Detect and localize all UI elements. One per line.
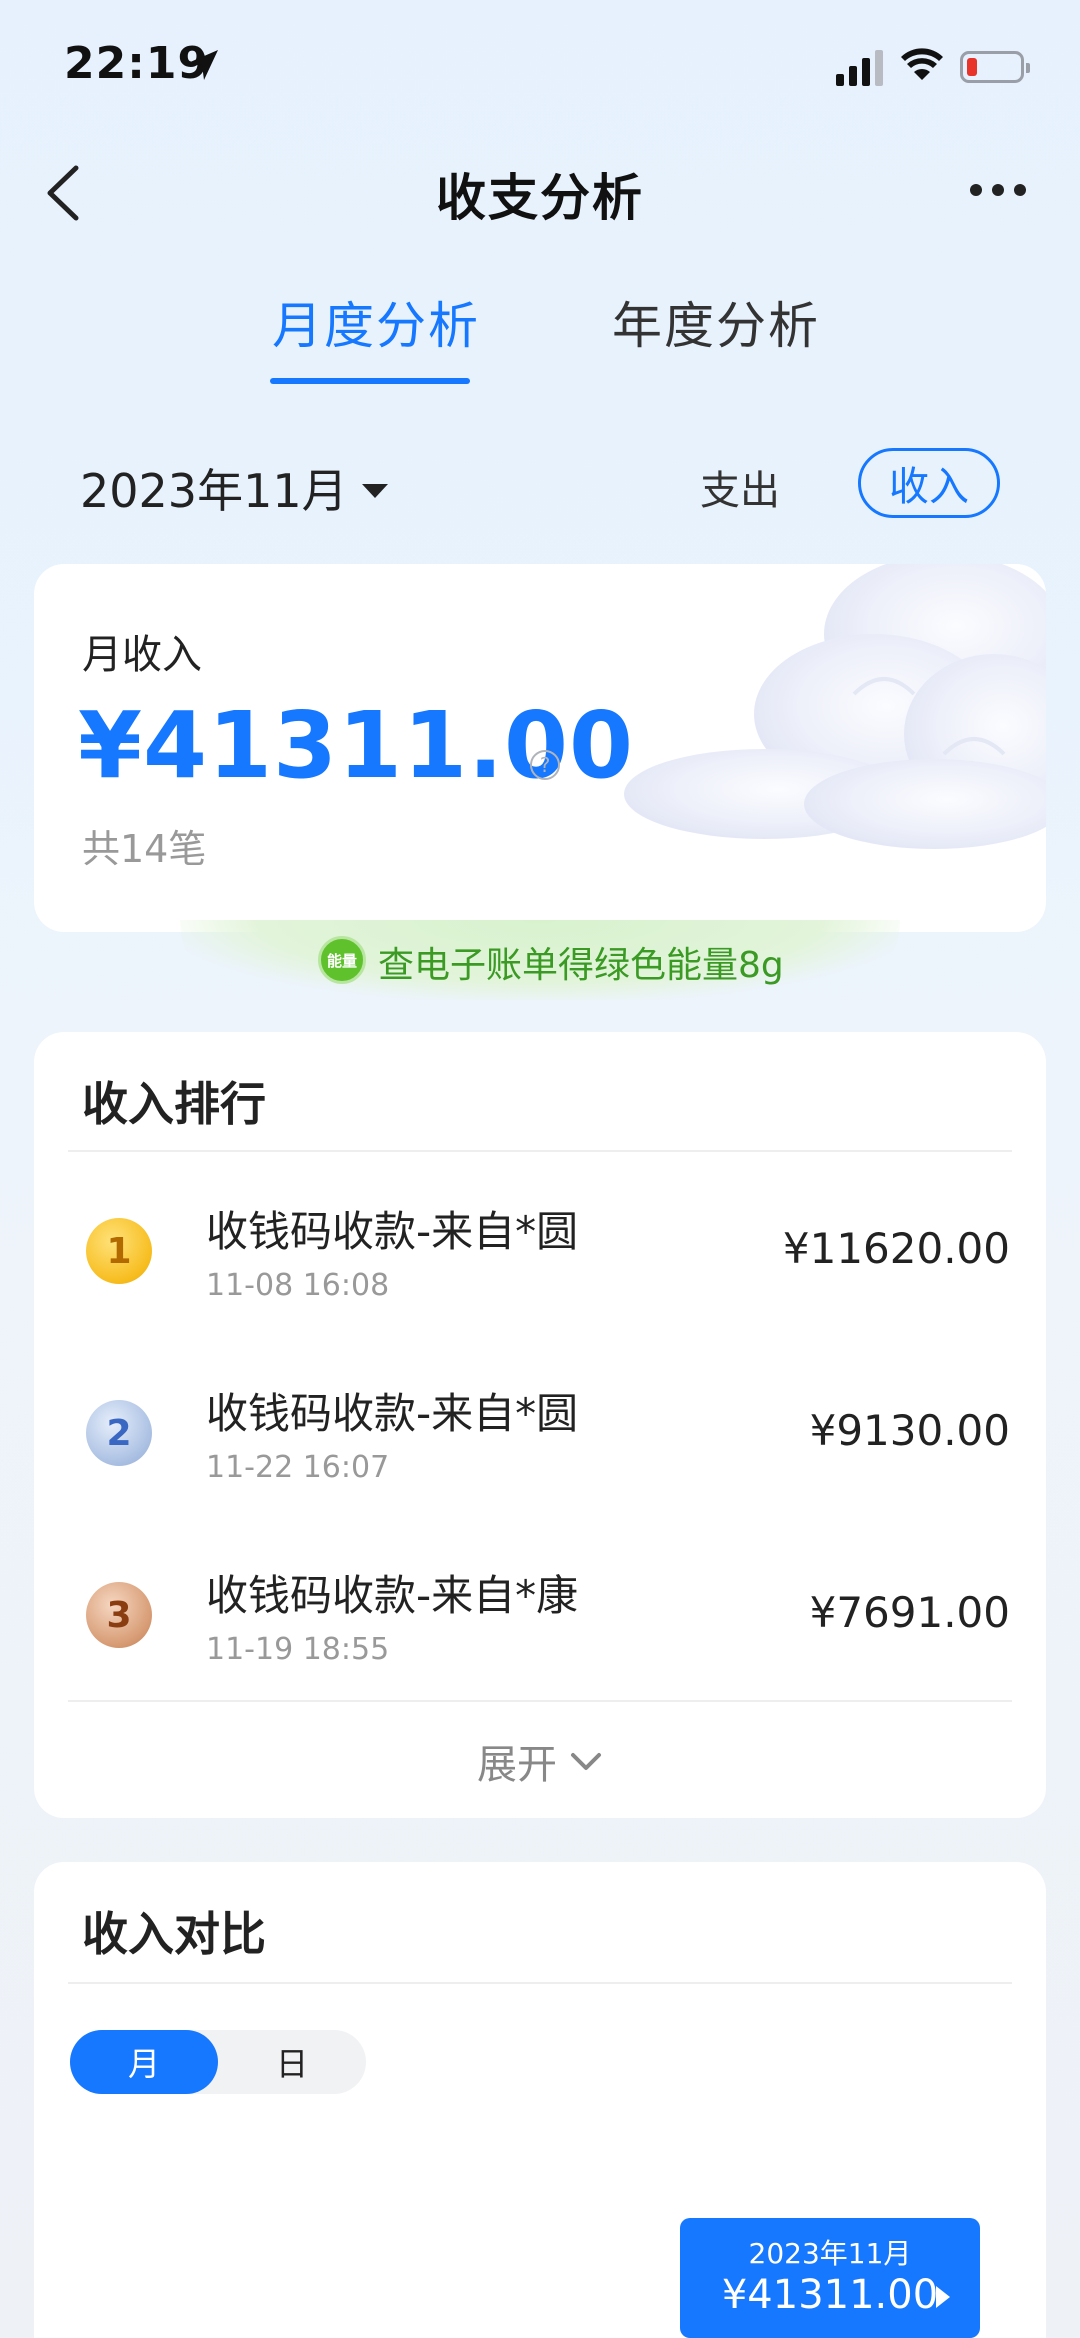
- cellular-signal-icon: [836, 48, 883, 86]
- ranking-row[interactable]: 3 收钱码收款-来自*康 11-19 18:55 ¥7691.00: [34, 1536, 1046, 1686]
- battery-level: [967, 58, 977, 76]
- expand-button[interactable]: 展开: [34, 1732, 1046, 1790]
- tooltip-amount: ¥41311.00: [721, 2272, 939, 2318]
- caret-down-icon: [361, 484, 388, 498]
- income-compare-card: 收入对比 月 日 2023年11月 ¥41311.00: [34, 1862, 1046, 2338]
- segment-day[interactable]: 日: [218, 2030, 366, 2094]
- location-arrow-icon: [188, 50, 218, 80]
- period-segmented-control: 月 日: [70, 2030, 366, 2094]
- divider: [68, 1700, 1012, 1702]
- ranking-title: 收入排行: [82, 1077, 266, 1131]
- silver-medal-icon: 2: [86, 1400, 152, 1466]
- more-options-icon[interactable]: [970, 170, 1040, 210]
- ranking-row[interactable]: 2 收钱码收款-来自*圆 11-22 16:07 ¥9130.00: [34, 1354, 1046, 1504]
- income-ranking-card: 收入排行 1 收钱码收款-来自*圆 11-08 16:08 ¥11620.00 …: [34, 1032, 1046, 1818]
- ranking-row-amount: ¥7691.00: [809, 1588, 1010, 1637]
- help-icon[interactable]: ?: [530, 750, 560, 780]
- ranking-row-time: 11-08 16:08: [206, 1268, 390, 1303]
- ranking-row-title: 收钱码收款-来自*康: [206, 1571, 579, 1620]
- month-selector-label: 2023年11月: [80, 464, 348, 518]
- expense-toggle[interactable]: 支出: [700, 458, 780, 516]
- battery-icon: [960, 51, 1030, 83]
- status-bar: 22:19: [0, 0, 1080, 130]
- wifi-icon: [901, 48, 943, 80]
- ranking-row-title: 收钱码收款-来自*圆: [206, 1389, 579, 1438]
- income-toggle[interactable]: 收入: [858, 448, 1000, 518]
- month-selector[interactable]: 2023年11月: [80, 455, 388, 521]
- divider: [68, 1150, 1012, 1152]
- cloud-illustration: [624, 564, 1046, 849]
- compare-title: 收入对比: [82, 1907, 266, 1961]
- chevron-down-icon: [571, 1753, 601, 1770]
- ranking-row-time: 11-22 16:07: [206, 1450, 390, 1485]
- gold-medal-icon: 1: [86, 1218, 152, 1284]
- active-tab-indicator: [270, 378, 470, 384]
- energy-badge-icon: 能量: [318, 936, 366, 984]
- divider: [68, 1982, 1012, 1984]
- monthly-income-label: 月收入: [82, 632, 202, 678]
- bronze-medal-icon: 3: [86, 1582, 152, 1648]
- tooltip-month: 2023年11月: [748, 2237, 912, 2270]
- chart-tooltip[interactable]: 2023年11月 ¥41311.00: [680, 2218, 980, 2338]
- segment-month[interactable]: 月: [70, 2030, 218, 2094]
- play-arrow-icon: [936, 2286, 950, 2308]
- ranking-row-amount: ¥11620.00: [782, 1224, 1010, 1273]
- monthly-income-card: 月收入 ¥41311.00 ? 共14笔: [34, 564, 1046, 932]
- ranking-row-title: 收钱码收款-来自*圆: [206, 1207, 579, 1256]
- ranking-row-amount: ¥9130.00: [809, 1406, 1010, 1455]
- page-title: 收支分析: [436, 169, 644, 227]
- expand-label: 展开: [477, 1742, 557, 1788]
- transaction-count: 共14笔: [82, 827, 207, 871]
- ranking-row-time: 11-19 18:55: [206, 1632, 390, 1667]
- tab-yearly-analysis[interactable]: 年度分析: [612, 286, 820, 358]
- tab-monthly-analysis[interactable]: 月度分析: [272, 286, 480, 358]
- energy-banner-text[interactable]: 查电子账单得绿色能量8g: [378, 936, 784, 988]
- ranking-row[interactable]: 1 收钱码收款-来自*圆 11-08 16:08 ¥11620.00: [34, 1172, 1046, 1322]
- monthly-income-amount: ¥41311.00: [78, 692, 635, 799]
